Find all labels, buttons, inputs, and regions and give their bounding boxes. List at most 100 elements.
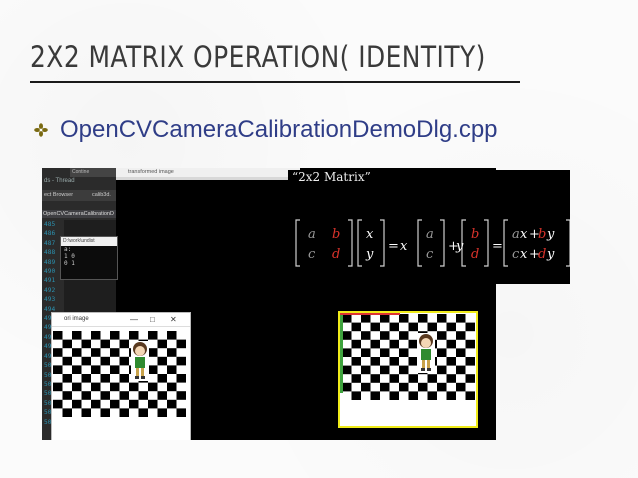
checker-square xyxy=(62,339,72,349)
checker-square xyxy=(361,331,371,340)
checker-square xyxy=(91,399,101,409)
checker-square xyxy=(62,391,72,400)
checker-square xyxy=(157,339,167,349)
console-window: D:\work\undist a: 1 0 0 1 xyxy=(60,236,118,280)
transformed-window-titlebar[interactable]: transformed image xyxy=(116,168,300,177)
checker-square xyxy=(456,382,466,392)
svg-text:x: x xyxy=(520,227,528,242)
character-figure xyxy=(417,333,435,373)
warped-checkerboard-image xyxy=(338,311,478,428)
checker-square xyxy=(389,322,399,332)
col2-d: d xyxy=(471,247,479,262)
checker-square xyxy=(399,365,409,375)
checker-square xyxy=(53,382,63,392)
checker-square xyxy=(129,382,139,392)
checker-square xyxy=(418,314,428,323)
checker-square xyxy=(176,374,186,383)
checker-square xyxy=(110,382,120,392)
checker-square xyxy=(465,374,475,383)
checker-square xyxy=(351,374,361,383)
checker-square xyxy=(129,399,139,409)
bullet-text: OpenCVCameraCalibrationDemoDlg.cpp xyxy=(60,116,498,143)
close-icon[interactable]: ✕ xyxy=(170,313,177,326)
checker-square xyxy=(465,339,475,349)
checker-square xyxy=(427,391,437,400)
checker-square xyxy=(361,314,371,323)
checker-square xyxy=(81,356,91,366)
checker-square xyxy=(72,365,82,374)
checker-square xyxy=(437,331,447,340)
ide-continue-tab[interactable]: Contine xyxy=(70,168,120,177)
checker-square xyxy=(100,339,110,349)
ori-window-title: ori image xyxy=(64,316,89,322)
checker-square xyxy=(53,365,63,374)
checker-square xyxy=(157,356,167,366)
warped-image-blank-area xyxy=(340,401,476,426)
checker-square xyxy=(167,331,177,340)
ori-window-titlebar[interactable]: ori image — □ ✕ xyxy=(52,313,190,327)
checker-square xyxy=(167,382,177,392)
checker-square xyxy=(418,382,428,392)
character-figure xyxy=(131,341,149,381)
checker-square xyxy=(370,374,380,383)
checker-square xyxy=(72,331,82,340)
checker-square xyxy=(370,339,380,349)
checker-square xyxy=(342,331,352,340)
checker-square xyxy=(62,356,72,366)
console-titlebar[interactable]: D:\work\undist xyxy=(61,237,117,246)
checker-square xyxy=(100,374,110,383)
checker-square xyxy=(351,339,361,349)
checker-square xyxy=(370,357,380,366)
checker-square xyxy=(342,382,352,392)
checker-square xyxy=(399,314,409,323)
checker-square xyxy=(380,365,390,375)
checker-square xyxy=(408,391,418,400)
checker-square xyxy=(389,374,399,383)
checker-square xyxy=(446,357,456,366)
checker-square xyxy=(119,374,129,383)
matrix-equation: a b c d x y = x a c + y b d = a x + b y … xyxy=(295,219,570,267)
checker-square xyxy=(110,331,120,340)
object-browser-label[interactable]: ect Browser xyxy=(44,192,73,198)
svg-text:c: c xyxy=(512,247,520,262)
svg-text:x: x xyxy=(520,247,528,262)
matrix-title: “2x2 Matrix” xyxy=(292,170,371,184)
checker-square xyxy=(456,365,466,375)
warped-image-green-edge xyxy=(340,313,343,393)
checker-square xyxy=(399,331,409,340)
checker-square xyxy=(465,322,475,332)
checker-square xyxy=(408,322,418,332)
checker-square xyxy=(100,391,110,400)
col1-c: c xyxy=(426,247,434,262)
checker-square xyxy=(437,365,447,375)
col1-a: a xyxy=(426,227,434,242)
checker-square xyxy=(427,322,437,332)
col2-b: b xyxy=(471,227,479,242)
checker-square xyxy=(176,339,186,349)
checker-square xyxy=(81,408,91,417)
checker-square xyxy=(408,357,418,366)
ide-file-tab[interactable]: OpenCVCameraCalibrationD xyxy=(42,210,117,218)
checker-square xyxy=(110,399,120,409)
checker-square xyxy=(148,382,158,392)
checker-square xyxy=(351,322,361,332)
vector-y: y xyxy=(365,247,374,262)
checker-square xyxy=(446,391,456,400)
ori-image-window: ori image — □ ✕ xyxy=(51,312,191,440)
matrix-a: a xyxy=(308,227,316,242)
checker-square xyxy=(91,331,101,340)
maximize-icon[interactable]: □ xyxy=(150,313,155,326)
checker-square xyxy=(389,391,399,400)
checker-square xyxy=(119,408,129,417)
matrix-c: c xyxy=(308,247,316,262)
checker-square xyxy=(138,391,148,400)
checker-square xyxy=(53,399,63,409)
minimize-icon[interactable]: — xyxy=(130,313,138,326)
checker-square xyxy=(380,314,390,323)
calib-tab-label[interactable]: calib3d. xyxy=(92,190,111,201)
checker-square xyxy=(370,322,380,332)
checker-square xyxy=(342,314,352,323)
line-number: 485 xyxy=(44,221,56,228)
checker-square xyxy=(456,314,466,323)
checker-square xyxy=(176,356,186,366)
